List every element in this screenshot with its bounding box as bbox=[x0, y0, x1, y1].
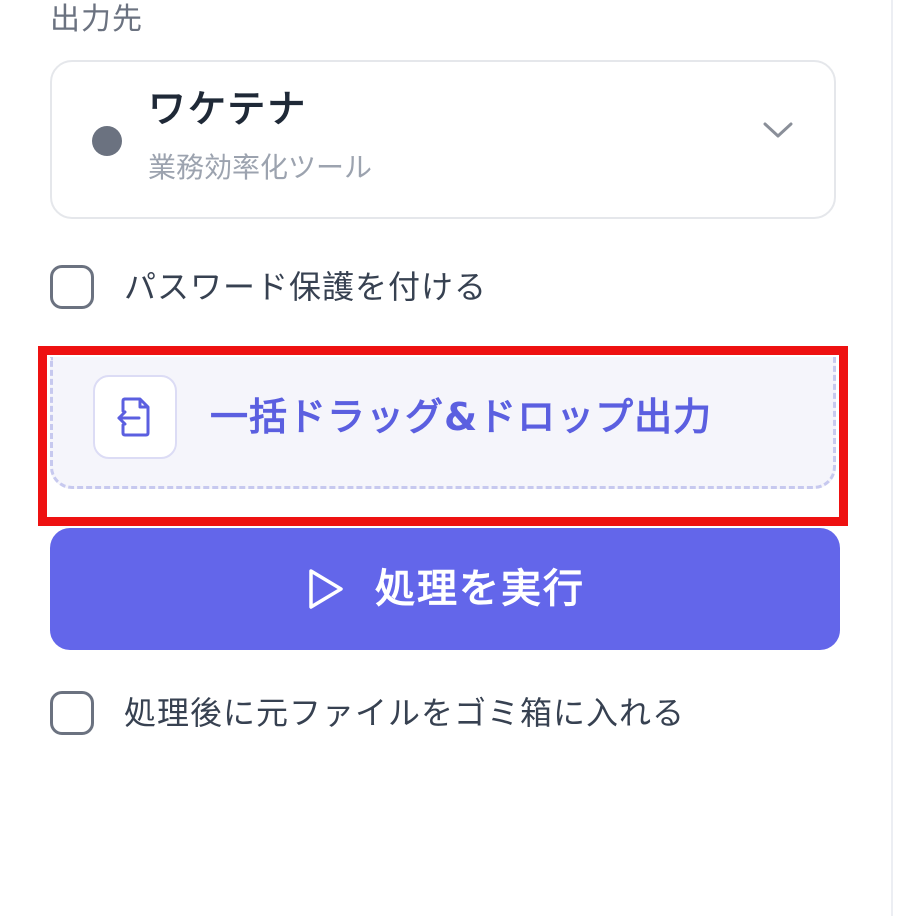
trash-original-label: 処理後に元ファイルをゴミ箱に入れる bbox=[124, 694, 686, 732]
selected-app-name: ワケテナ bbox=[148, 87, 308, 131]
password-protect-option[interactable]: パスワード保護を付ける bbox=[50, 262, 487, 312]
file-export-icon-box bbox=[93, 375, 177, 459]
output-destination-label: 出力先 bbox=[50, 2, 143, 37]
file-export-icon bbox=[117, 397, 150, 437]
panel-divider bbox=[891, 0, 893, 916]
chevron-down-icon bbox=[763, 122, 793, 138]
trash-original-option[interactable]: 処理後に元ファイルをゴミ箱に入れる bbox=[50, 688, 685, 738]
run-process-button[interactable]: 処理を実行 bbox=[50, 528, 840, 650]
play-icon bbox=[309, 569, 343, 609]
app-status-dot bbox=[92, 126, 122, 156]
output-destination-select[interactable]: ワケテナ 業務効率化ツール bbox=[50, 60, 836, 219]
password-protect-label: パスワード保護を付ける bbox=[124, 268, 488, 306]
selected-app-subtitle: 業務効率化ツール bbox=[148, 151, 373, 184]
bulk-drag-drop-label: 一括ドラッグ&ドロップ出力 bbox=[210, 395, 713, 439]
trash-original-checkbox[interactable] bbox=[50, 691, 94, 735]
password-protect-checkbox[interactable] bbox=[50, 265, 94, 309]
bulk-drag-drop-export[interactable]: 一括ドラッグ&ドロップ出力 bbox=[50, 357, 836, 489]
run-process-label: 処理を実行 bbox=[375, 566, 585, 612]
